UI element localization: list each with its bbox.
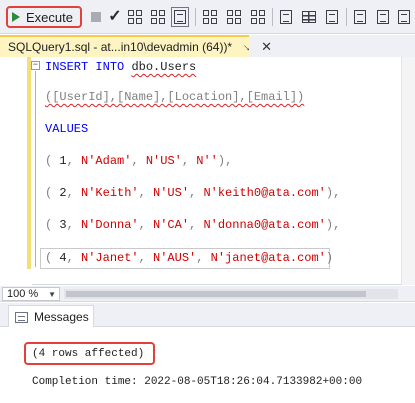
toolbar-separator (195, 8, 196, 26)
code-line: VALUES (45, 122, 89, 136)
intellisense-button[interactable] (171, 7, 189, 27)
client-stats-icon (251, 10, 265, 24)
execute-button[interactable]: Execute (6, 6, 82, 28)
live-stats-icon (227, 10, 241, 24)
query-options-icon (151, 10, 165, 24)
change-tracking-bar (27, 57, 31, 269)
results-file-icon (326, 10, 338, 24)
check-icon: ✓ (108, 8, 122, 25)
stop-icon (91, 12, 101, 22)
include-actual-plan-button[interactable] (202, 9, 218, 25)
results-to-grid-button[interactable] (301, 9, 317, 25)
actual-plan-icon (203, 10, 217, 24)
pin-icon[interactable]: → (239, 39, 255, 55)
editor-horizontal-scrollbar[interactable] (64, 289, 398, 299)
query-editor[interactable]: − INSERT INTO dbo.Users ([UserId],[Name]… (0, 57, 415, 285)
editor-status-strip: 100 % ▼ (0, 286, 415, 302)
messages-pane: (4 rows affected) Completion time: 2022-… (0, 327, 415, 403)
decrease-indent-button[interactable] (396, 9, 412, 25)
messages-icon (15, 311, 28, 323)
results-tab-strip: Messages (0, 303, 415, 328)
zoom-value: 100 % (7, 288, 39, 300)
close-icon[interactable]: ✕ (261, 39, 272, 55)
messages-tab-label: Messages (34, 310, 89, 324)
code-line: INSERT INTO dbo.Users (45, 60, 197, 74)
comment-icon (354, 10, 366, 24)
editor-vertical-scrollbar[interactable] (401, 57, 415, 285)
toolbar-separator (272, 8, 273, 26)
chevron-down-icon: ▼ (48, 289, 56, 299)
document-tab-strip: SQLQuery1.sql - at...in10\devadmin (64))… (0, 35, 415, 57)
query-toolbar: Execute ✓ (0, 0, 415, 34)
results-grid-icon (302, 11, 316, 23)
tab-messages[interactable]: Messages (8, 305, 94, 328)
completion-time-message: Completion time: 2022-08-05T18:26:04.713… (32, 376, 363, 388)
uncomment-button[interactable] (375, 9, 391, 25)
live-query-stats-button[interactable] (226, 9, 242, 25)
execution-plan-icon (128, 10, 142, 24)
code-line: ( 2, N'Keith', N'US', N'keith0@ata.com')… (45, 186, 341, 200)
collapse-icon[interactable]: − (31, 61, 40, 70)
results-to-text-button[interactable] (278, 9, 294, 25)
execute-label: Execute (26, 9, 73, 25)
results-text-icon (280, 10, 292, 24)
code-line: ( 4, N'Janet', N'AUS', N'janet@ata.com') (45, 251, 334, 265)
rows-affected-message: (4 rows affected) (32, 348, 145, 360)
code-line: ( 3, N'Donna', N'CA', N'donna0@ata.com')… (45, 218, 341, 232)
zoom-dropdown[interactable]: 100 % ▼ (2, 287, 60, 301)
tab-sqlquery1[interactable]: SQLQuery1.sql - at...in10\devadmin (64))… (0, 35, 272, 57)
scrollbar-thumb[interactable] (66, 291, 366, 297)
client-statistics-button[interactable] (250, 9, 266, 25)
cancel-query-button[interactable] (88, 9, 104, 25)
tab-title: SQLQuery1.sql - at...in10\devadmin (64))… (8, 40, 233, 54)
results-to-file-button[interactable] (324, 9, 340, 25)
toolbar-separator (346, 8, 347, 26)
outline-line (35, 71, 36, 267)
code-line: ( 1, N'Adam', N'US', N''), (45, 154, 233, 168)
uncomment-icon (377, 10, 389, 24)
intellisense-icon (171, 7, 189, 27)
parse-button[interactable]: ✓ (107, 9, 123, 25)
play-icon (12, 12, 20, 22)
code-line: ([UserId],[Name],[Location],[Email]) (45, 90, 305, 104)
display-estimated-plan-button[interactable] (127, 9, 143, 25)
indent-icon (398, 10, 410, 24)
comment-out-button[interactable] (352, 9, 368, 25)
query-options-button[interactable] (150, 9, 166, 25)
